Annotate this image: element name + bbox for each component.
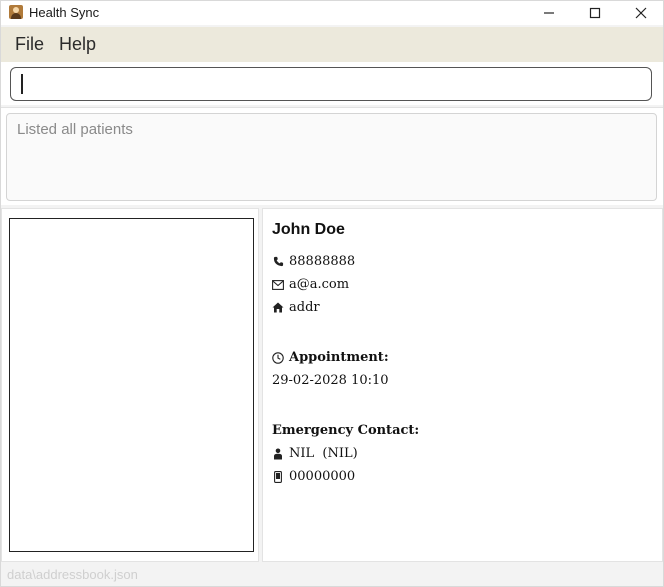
- save-location: data\addressbook.json: [7, 567, 138, 582]
- email-value: a@a.com: [289, 277, 350, 292]
- emergency-phone-value: 00000000: [289, 469, 356, 484]
- emergency-phone-row: 00000000: [272, 469, 355, 484]
- command-box[interactable]: [10, 67, 652, 101]
- close-button[interactable]: [618, 1, 664, 25]
- mobile-icon: [272, 470, 284, 483]
- appointment-value: 29-02-2028 10:10: [272, 373, 389, 388]
- command-area: [1, 62, 663, 105]
- close-icon: [635, 7, 647, 19]
- emergency-contact-label: Emergency Contact:: [272, 423, 420, 438]
- patient-list-panel: [1, 208, 259, 562]
- maximize-icon: [589, 7, 601, 19]
- status-bar: data\addressbook.json: [1, 564, 663, 586]
- phone-value: 88888888: [289, 254, 356, 269]
- phone-icon: [272, 256, 284, 268]
- menu-file[interactable]: File: [15, 34, 44, 55]
- menu-bar: File Help: [1, 27, 663, 62]
- result-display[interactable]: Listed all patients: [6, 113, 657, 201]
- patient-list[interactable]: [9, 218, 254, 552]
- menu-help[interactable]: Help: [59, 34, 96, 55]
- result-message: Listed all patients: [17, 121, 133, 138]
- title-bar[interactable]: Health Sync: [1, 1, 663, 25]
- person-icon: [272, 448, 284, 460]
- address-value: addr: [289, 300, 320, 315]
- window-title: Health Sync: [29, 5, 100, 20]
- home-icon: [272, 302, 284, 314]
- address-row: addr: [272, 300, 320, 315]
- appointment-heading-row: Appointment:: [272, 350, 389, 365]
- appointment-value-row: 29-02-2028 10:10: [272, 373, 389, 388]
- phone-row: 88888888: [272, 254, 355, 269]
- email-row: a@a.com: [272, 277, 349, 292]
- app-logo-icon: [9, 5, 23, 19]
- emergency-name-row: NIL (NIL): [272, 446, 358, 461]
- envelope-icon: [272, 279, 284, 291]
- text-caret: [21, 74, 23, 94]
- minimize-button[interactable]: [526, 1, 572, 25]
- maximize-button[interactable]: [572, 1, 618, 25]
- result-area: Listed all patients: [1, 107, 663, 205]
- emergency-name-value: NIL (NIL): [289, 446, 358, 461]
- clock-icon: [272, 351, 284, 364]
- appointment-label: Appointment:: [289, 350, 389, 365]
- patient-detail-panel: John Doe 88888888 a@a.com addr Appointme…: [262, 208, 663, 562]
- app-window: Health Sync File Help Listed all patient…: [0, 0, 664, 587]
- command-input[interactable]: [25, 74, 635, 94]
- patient-name: John Doe: [272, 221, 345, 238]
- minimize-icon: [544, 12, 554, 14]
- emergency-heading-row: Emergency Contact:: [272, 423, 419, 438]
